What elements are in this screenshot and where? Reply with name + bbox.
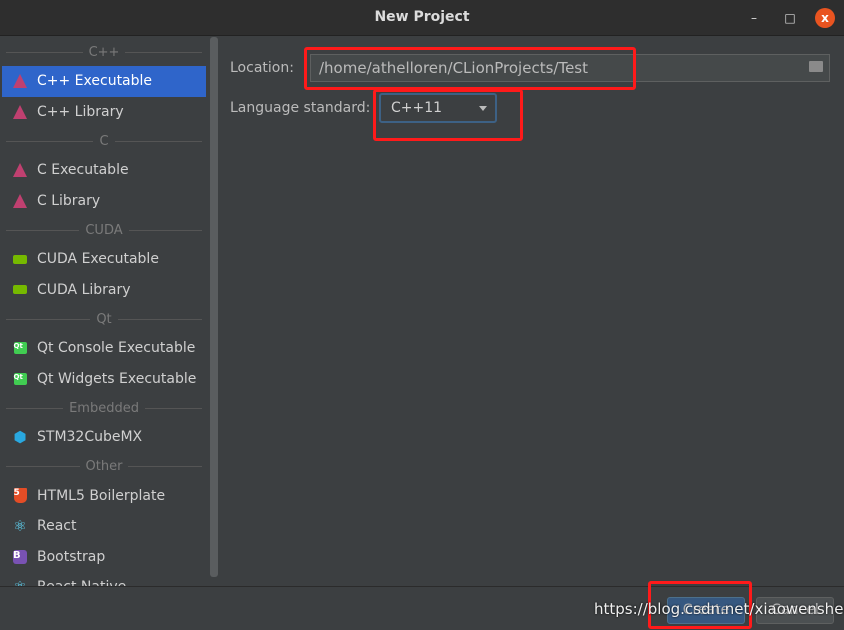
section-header-label: Other — [85, 459, 123, 474]
section-header-label: Qt — [96, 311, 112, 327]
highlight-location — [304, 47, 636, 90]
section-header: Embedded — [0, 394, 208, 422]
sidebar-item[interactable]: C++ Executable — [2, 66, 206, 97]
sidebar-item-label: Bootstrap — [37, 548, 106, 565]
sidebar-item-label: Qt Console Executable — [37, 340, 196, 357]
sidebar-item[interactable]: Qt Qt Console Executable — [2, 333, 206, 364]
nvidia-icon — [12, 251, 28, 267]
folder-icon[interactable] — [809, 61, 823, 72]
close-button[interactable]: x — [815, 8, 835, 28]
sidebar-item-label: CUDA Library — [37, 281, 131, 298]
project-type-list: C++ C++ Executable C++ Library C C Executabl… — [0, 37, 208, 586]
sidebar-item-label: React Native — [37, 579, 126, 586]
section-header: Other — [0, 453, 208, 481]
title-bar: New Project – □ x — [0, 0, 844, 36]
section-header: CUDA — [0, 216, 208, 244]
sidebar-item[interactable]: CUDA Executable — [2, 244, 206, 275]
sidebar-item[interactable]: C Library — [2, 186, 206, 217]
html5-icon: 5 — [12, 488, 28, 504]
sidebar-item[interactable]: ⚛ React — [2, 511, 206, 542]
highlight-language — [373, 89, 523, 141]
clion-icon — [12, 73, 28, 89]
sidebar-item-label: C Library — [37, 192, 101, 209]
minimize-button[interactable]: – — [744, 8, 764, 28]
section-header-label: C — [99, 133, 109, 149]
sidebar-item-label: C Executable — [37, 162, 129, 179]
clion-icon — [12, 104, 28, 120]
section-header: C++ — [0, 38, 208, 66]
sidebar-item-label: HTML5 Boilerplate — [37, 487, 166, 504]
section-header-label: Embedded — [69, 400, 139, 416]
bootstrap-icon: B — [12, 549, 28, 565]
clion-icon — [12, 193, 28, 209]
sidebar-item-label: Qt Widgets Executable — [37, 370, 197, 387]
nvidia-icon — [12, 282, 28, 298]
sidebar-item[interactable]: B Bootstrap — [2, 542, 206, 573]
language-standard-label: Language standard: — [230, 100, 371, 116]
sidebar-item-label: STM32CubeMX — [37, 429, 143, 446]
section-header-label: C++ — [88, 44, 120, 60]
sidebar-item-label: C++ Executable — [37, 73, 153, 90]
project-settings: Location: /home/athelloren/CLionProjects… — [220, 37, 844, 586]
react-icon: ⚛ — [13, 517, 27, 536]
location-label: Location: — [230, 60, 294, 76]
section-header-label: CUDA — [85, 222, 123, 238]
qt-icon: Qt — [12, 371, 28, 387]
sidebar-item[interactable]: C Executable — [2, 155, 206, 186]
sidebar-item[interactable]: 5 HTML5 Boilerplate — [2, 481, 206, 512]
maximize-button[interactable]: □ — [780, 8, 800, 28]
section-header: C — [0, 127, 208, 155]
qt-icon: Qt — [12, 340, 28, 356]
sidebar-item[interactable]: ⚛ React Native — [2, 572, 206, 586]
sidebar-item-label: CUDA Executable — [37, 251, 159, 268]
window-title: New Project — [374, 9, 470, 25]
sidebar-item[interactable]: Qt Qt Widgets Executable — [2, 364, 206, 395]
clion-icon — [12, 162, 28, 178]
react-icon: ⚛ — [12, 578, 28, 586]
sidebar-item-label: React — [37, 518, 77, 535]
sidebar-item-label: C++ Library — [37, 103, 124, 120]
cube-icon: ⬢ — [13, 428, 27, 447]
watermark: https://blog.csdn.net/xiaowenshen — [594, 600, 844, 618]
sidebar-item[interactable]: C++ Library — [2, 97, 206, 128]
section-header: Qt — [0, 305, 208, 333]
sidebar-item[interactable]: ⬢ STM32CubeMX — [2, 422, 206, 453]
sidebar-scrollbar[interactable] — [210, 37, 218, 577]
sidebar-item[interactable]: CUDA Library — [2, 275, 206, 306]
